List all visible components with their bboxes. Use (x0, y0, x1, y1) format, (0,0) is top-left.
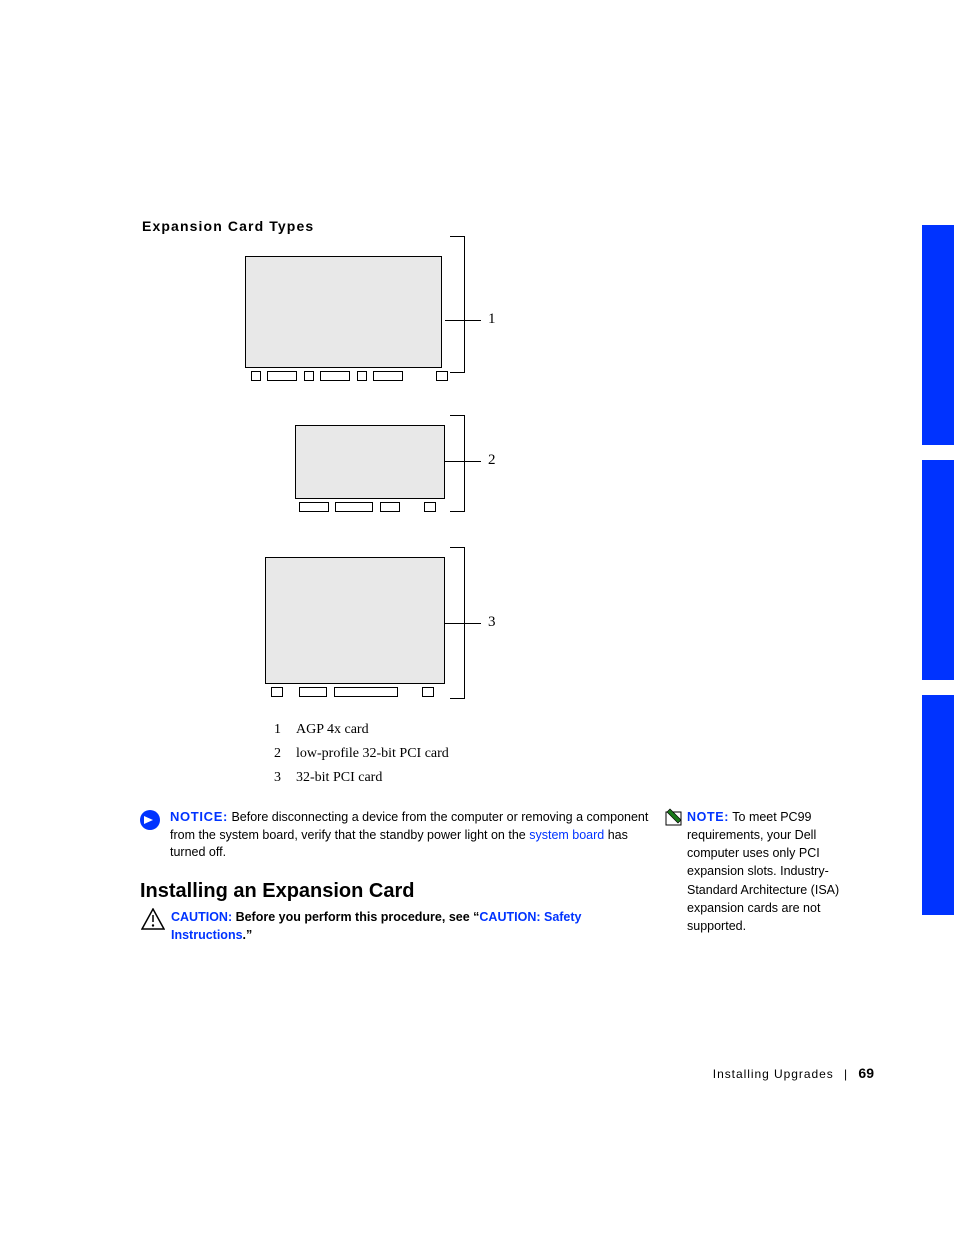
caution-triangle-icon (141, 908, 165, 930)
diagram-callout-2: 2 (488, 452, 496, 469)
system-board-link[interactable]: system board (529, 828, 604, 842)
side-tab (922, 225, 954, 445)
caution-mid: Before you perform this procedure, see “ (232, 910, 479, 924)
note-body: To meet PC99 requirements, your Dell com… (687, 810, 839, 933)
side-tab (922, 460, 954, 680)
diagram-callout-3: 3 (488, 614, 496, 631)
caution-after: .” (243, 928, 253, 942)
legend-text: 32-bit PCI card (296, 770, 382, 785)
notice-label: NOTICE: (170, 809, 228, 824)
side-tab (922, 695, 954, 915)
legend-num: 3 (274, 770, 296, 786)
diagram-callout-1: 1 (488, 311, 496, 328)
legend-text: AGP 4x card (296, 722, 369, 737)
expansion-card-diagram: 1 2 (245, 248, 505, 723)
caution-label: CAUTION: (171, 910, 232, 924)
pencil-note-icon (665, 808, 683, 826)
note-block: NOTE: To meet PC99 requirements, your De… (665, 808, 870, 935)
diagram-legend: 1AGP 4x card 2low-profile 32-bit PCI car… (274, 722, 449, 794)
notice-block: NOTICE: Before disconnecting a device fr… (140, 808, 650, 862)
page-footer: Installing Upgrades | 69 (140, 1065, 874, 1081)
expansion-card-types-heading: Expansion Card Types (142, 218, 314, 234)
caution-block: CAUTION: Before you perform this procedu… (141, 908, 611, 944)
legend-num: 2 (274, 746, 296, 762)
page-number: 69 (858, 1065, 874, 1081)
installing-expansion-card-heading: Installing an Expansion Card (140, 880, 415, 903)
footer-section: Installing Upgrades (713, 1067, 834, 1081)
note-label: NOTE: (687, 810, 729, 824)
legend-text: low-profile 32-bit PCI card (296, 746, 449, 761)
arrow-circle-icon (140, 810, 160, 830)
legend-num: 1 (274, 722, 296, 738)
